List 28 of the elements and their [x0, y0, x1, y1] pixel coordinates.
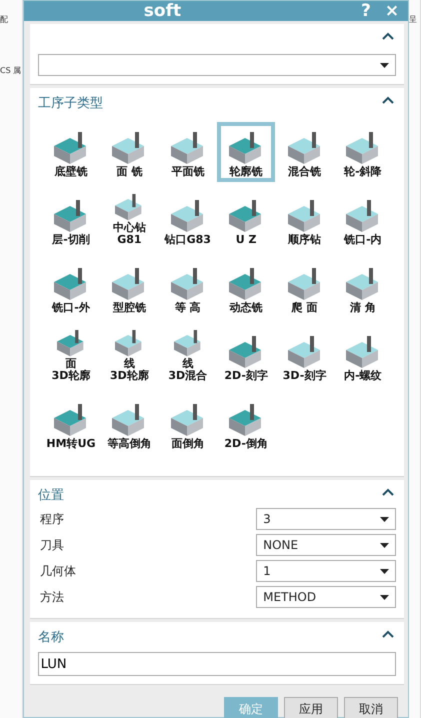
background-text: CS 属 [0, 65, 22, 76]
field-label: 方法 [38, 588, 64, 606]
section-title: 名称 [38, 629, 64, 646]
dialog-button[interactable]: 取消 [344, 697, 398, 718]
field-label: 刀具 [38, 536, 64, 554]
dropdown-arrow-icon [380, 62, 390, 68]
dropdown-arrow-icon [380, 516, 390, 522]
dropdown-arrow-icon [380, 594, 390, 600]
window-title: soft [144, 1, 182, 21]
dropdown-arrow-icon [380, 542, 390, 548]
background-text: 配 [0, 14, 9, 25]
name-input[interactable]: LUN [38, 652, 396, 676]
section-title: 工序子类型 [38, 95, 103, 112]
value-dropdown[interactable]: METHOD [256, 586, 396, 608]
value-dropdown[interactable]: 1 [256, 560, 396, 582]
operation-tile[interactable]: 轮廓铣 [216, 122, 276, 182]
field-label: 程序 [38, 510, 64, 528]
caret-icon [382, 488, 394, 496]
caret-icon [382, 32, 394, 40]
section-title: 位置 [38, 487, 64, 504]
background-text: 呈 [409, 14, 418, 25]
field-label: 几何体 [38, 562, 76, 580]
dialog-button[interactable]: 应用 [284, 697, 338, 718]
caret-icon [382, 630, 394, 638]
value-dropdown[interactable]: 3 [256, 508, 396, 530]
caret-icon [382, 96, 394, 104]
dropdown-arrow-icon [380, 568, 390, 574]
value-dropdown[interactable]: NONE [256, 534, 396, 556]
